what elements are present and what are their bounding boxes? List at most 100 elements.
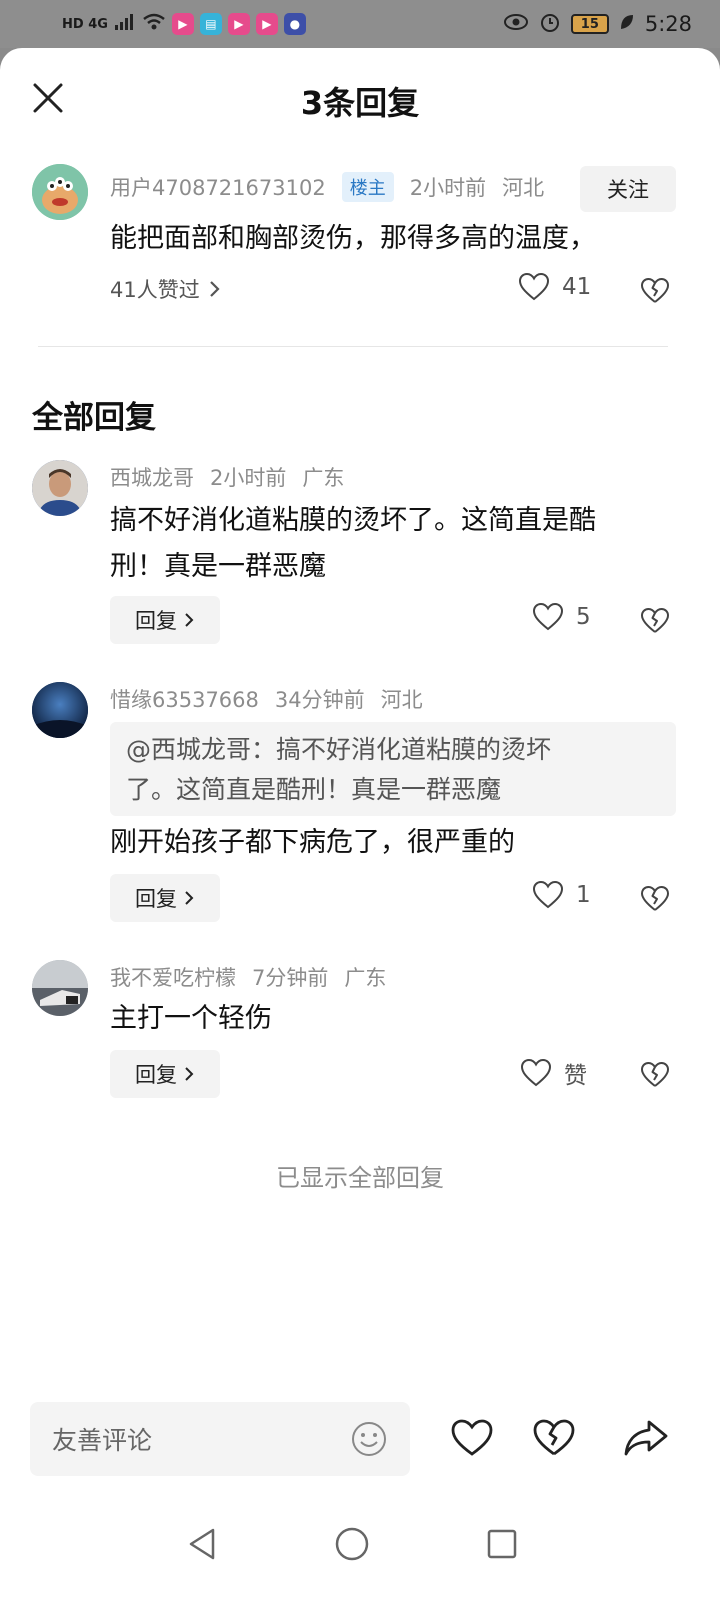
video-app-icon-2: ▶ <box>227 13 250 35</box>
bottom-like-button[interactable] <box>448 1414 496 1462</box>
reply-2-time: 34分钟前 <box>274 688 365 712</box>
share-button[interactable] <box>622 1414 670 1462</box>
eye-icon <box>503 12 529 36</box>
reply-1-location: 广东 <box>302 466 345 490</box>
reply-2-reply-label: 回复 <box>135 887 177 911</box>
reply-sheet: 3条回复 用户4708721673102 楼主 2小时前 河北 关注 能把面部和… <box>0 48 720 1600</box>
reply-2-reply-button[interactable]: 回复 <box>110 874 220 922</box>
avatar-reply-1[interactable] <box>32 460 88 516</box>
reply-1-time: 2小时前 <box>210 466 287 490</box>
follow-button[interactable]: 关注 <box>580 166 676 212</box>
status-left: HD 4G ▶ ▤ ▶ ▶ ● <box>62 12 306 36</box>
main-location: 河北 <box>502 176 545 200</box>
chevron-right-icon <box>185 1067 194 1081</box>
reply-1-like-button[interactable]: 5 <box>532 602 591 632</box>
avatar-main[interactable] <box>32 164 88 220</box>
share-icon <box>624 1420 668 1456</box>
heart-icon <box>532 602 564 631</box>
back-triangle-icon <box>189 1528 215 1560</box>
reply-3-like-label: 赞 <box>564 1063 587 1089</box>
reply-3-meta: 我不爱吃柠檬 7分钟前 广东 <box>110 962 386 992</box>
reply-3-reply-label: 回复 <box>135 1063 177 1087</box>
comment-input[interactable]: 友善评论 <box>30 1402 410 1476</box>
reply-1-meta: 西城龙哥 2小时前 广东 <box>110 462 344 492</box>
reply-2-like-count: 1 <box>576 882 591 908</box>
reply-2-dislike-button[interactable] <box>638 882 672 916</box>
recents-square-icon <box>487 1529 517 1559</box>
system-nav-bar <box>0 1488 720 1600</box>
broken-heart-icon <box>641 886 669 911</box>
home-circle-icon <box>335 1527 369 1561</box>
quote-line-1: @西城龙哥：搞不好消化道粘膜的烫坏 <box>126 735 552 764</box>
heart-icon <box>532 880 564 909</box>
bottom-dislike-button[interactable] <box>530 1414 578 1462</box>
reply-1-text-line-1: 搞不好消化道粘膜的烫坏了。这简直是酷 <box>110 505 596 536</box>
reply-1-like-count: 5 <box>576 604 591 630</box>
reply-3-username[interactable]: 我不爱吃柠檬 <box>110 962 236 992</box>
reply-2-username[interactable]: 惜缘63537668 <box>110 684 259 714</box>
main-dislike-button[interactable] <box>638 274 672 308</box>
quoted-reply[interactable]: @西城龙哥：搞不好消化道粘膜的烫坏 了。这简直是酷刑！真是一群恶魔 <box>110 722 676 816</box>
section-title: 全部回复 <box>32 400 156 436</box>
clock-time: 5:28 <box>644 12 692 36</box>
wifi-icon <box>142 12 166 36</box>
reply-3-location: 广东 <box>344 966 387 990</box>
avatar-reply-2[interactable] <box>32 682 88 738</box>
reply-1-reply-label: 回复 <box>135 609 177 633</box>
main-like-count: 41 <box>562 274 592 300</box>
broken-heart-icon <box>641 278 669 303</box>
likers-label: 41人赞过 <box>110 278 200 302</box>
divider <box>38 346 668 347</box>
landscape-avatar-icon <box>32 960 88 1016</box>
comment-placeholder: 友善评论 <box>52 1426 153 1455</box>
reply-3-time: 7分钟前 <box>252 966 329 990</box>
video-app-icon-3: ▶ <box>255 13 278 35</box>
reply-1-text-line-2: 刑！真是一群恶魔 <box>110 551 326 582</box>
reply-1-username[interactable]: 西城龙哥 <box>110 462 194 492</box>
status-bar: HD 4G ▶ ▤ ▶ ▶ ● 15 5:28 <box>0 0 720 48</box>
reply-2-like-button[interactable]: 1 <box>532 880 591 910</box>
person-avatar-icon <box>32 460 88 516</box>
reply-2-text: 刚开始孩子都下病危了，很严重的 <box>110 827 515 858</box>
leaf-icon <box>619 12 635 36</box>
reply-3-dislike-button[interactable] <box>638 1058 672 1092</box>
status-right: 15 5:28 <box>503 11 692 38</box>
video-app-icon: ▶ <box>171 13 194 35</box>
avatar-reply-3[interactable] <box>32 960 88 1016</box>
chevron-right-icon <box>185 891 194 905</box>
reply-3-text: 主打一个轻伤 <box>110 1003 272 1034</box>
monster-avatar-icon <box>32 164 88 220</box>
main-username[interactable]: 用户4708721673102 <box>110 172 326 202</box>
starry-sky-avatar-icon <box>32 682 88 738</box>
network-label: HD 4G <box>62 16 108 32</box>
broken-heart-icon <box>641 1062 669 1087</box>
reply-1-dislike-button[interactable] <box>638 604 672 638</box>
nav-recents-button[interactable] <box>482 1524 522 1564</box>
alarm-icon <box>539 11 561 38</box>
main-like-button[interactable]: 41 <box>518 272 591 302</box>
reply-3-like-button[interactable]: 赞 <box>520 1056 587 1090</box>
reply-2-location: 河北 <box>380 688 423 712</box>
emoji-icon[interactable] <box>350 1420 388 1458</box>
book-app-icon: ▤ <box>199 13 222 35</box>
end-of-list-text: 已显示全部回复 <box>276 1164 444 1192</box>
nav-back-button[interactable] <box>182 1524 222 1564</box>
broken-heart-icon <box>641 608 669 633</box>
nav-home-button[interactable] <box>332 1524 372 1564</box>
page-title: 3条回复 <box>300 84 420 122</box>
reply-1-reply-button[interactable]: 回复 <box>110 596 220 644</box>
reply-2-meta: 惜缘63537668 34分钟前 河北 <box>110 684 423 714</box>
chevron-right-icon <box>185 613 194 627</box>
owner-badge: 楼主 <box>341 172 394 202</box>
heart-icon <box>451 1419 493 1456</box>
main-time: 2小时前 <box>409 176 487 200</box>
reply-3-reply-button[interactable]: 回复 <box>110 1050 220 1098</box>
chevron-right-icon <box>209 281 220 297</box>
quote-line-2: 了。这简直是酷刑！真是一群恶魔 <box>126 775 502 804</box>
likers-link[interactable]: 41人赞过 <box>110 274 222 304</box>
sheet-header: 3条回复 <box>0 48 720 148</box>
main-comment-meta: 用户4708721673102 楼主 2小时前 河北 <box>110 172 544 202</box>
tieba-app-icon: ● <box>283 13 306 35</box>
heart-icon <box>518 272 550 301</box>
broken-heart-icon <box>533 1419 575 1456</box>
